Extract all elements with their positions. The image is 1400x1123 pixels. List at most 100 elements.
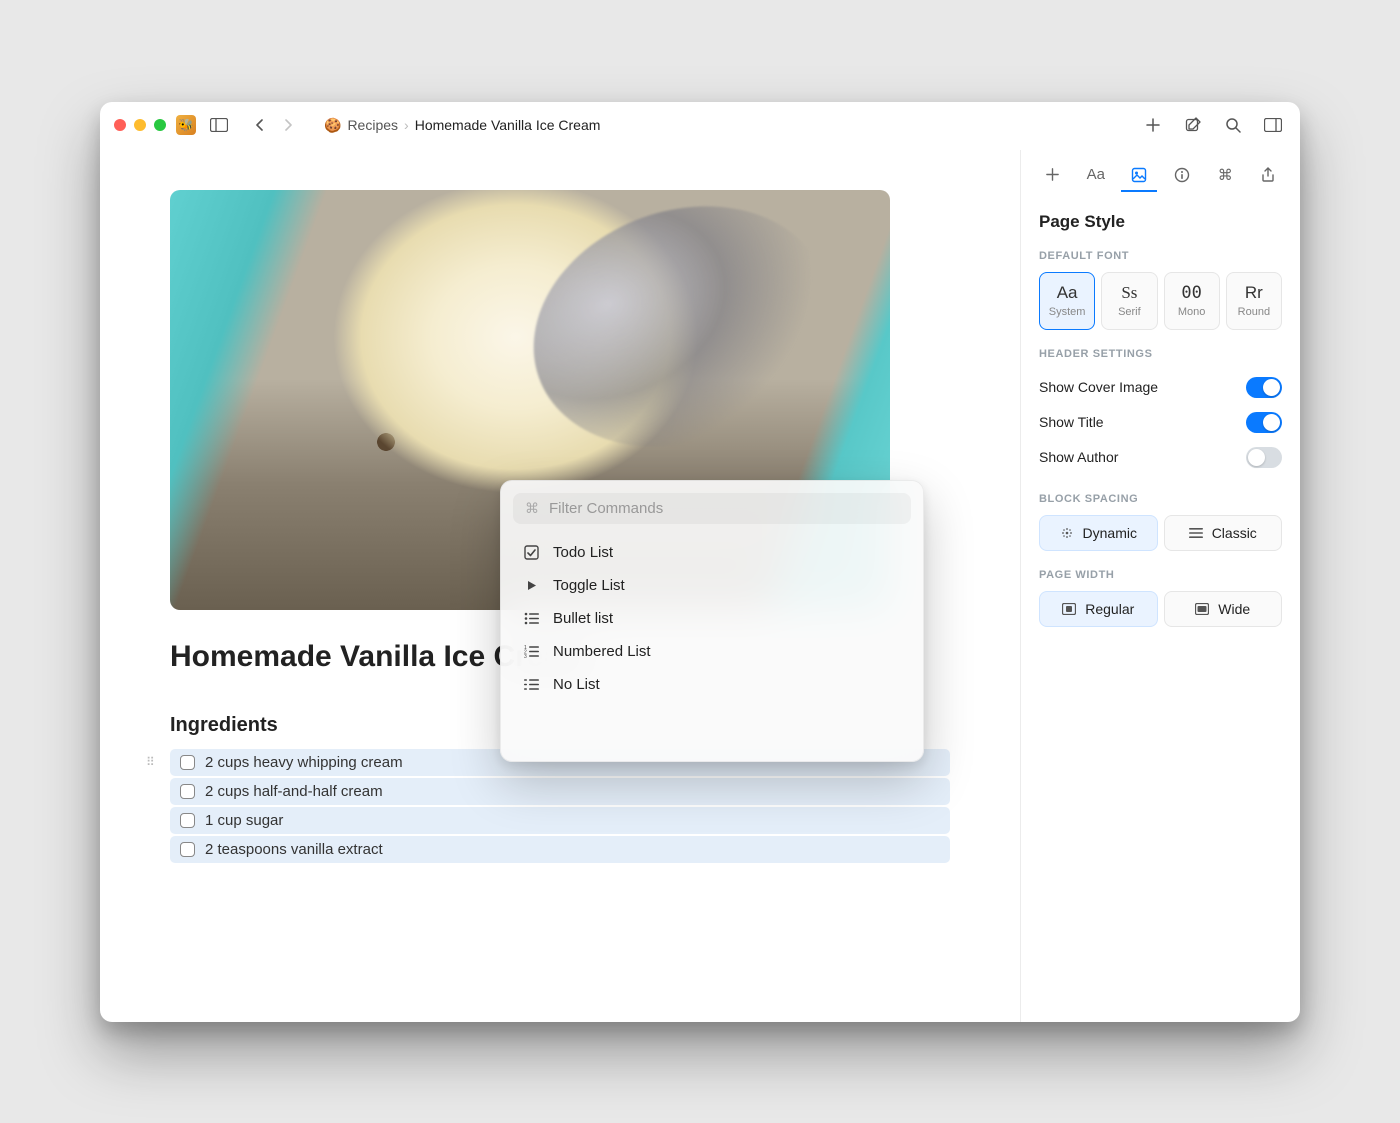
toggle-label: Show Title <box>1039 414 1104 430</box>
font-option-round[interactable]: Rr Round <box>1226 272 1282 330</box>
inspector-tabs: Aa ⌘ <box>1021 150 1300 192</box>
main-content: Homemade Vanilla Ice Cream Ingredients ⠿… <box>100 150 1020 1022</box>
compose-button[interactable] <box>1180 113 1206 137</box>
font-sample: Rr <box>1245 283 1263 303</box>
segment-label: Regular <box>1085 601 1134 617</box>
command-icon: ⌘ <box>525 500 539 517</box>
minimize-window-button[interactable] <box>134 119 146 131</box>
bullet-list-icon <box>523 612 540 625</box>
chevron-right-icon: › <box>404 117 409 133</box>
inspector-title: Page Style <box>1039 212 1282 232</box>
checkbox-icon[interactable] <box>180 813 195 828</box>
command-item[interactable]: Toggle List <box>501 569 923 602</box>
toggle-inspector-button[interactable] <box>1260 113 1286 137</box>
command-search-placeholder: Filter Commands <box>549 500 663 517</box>
width-option-regular[interactable]: Regular <box>1039 591 1158 627</box>
command-item[interactable]: No List <box>501 668 923 701</box>
command-item[interactable]: Bullet list <box>501 602 923 635</box>
play-icon <box>523 579 540 592</box>
page-width-options: Regular Wide <box>1039 591 1282 627</box>
breadcrumb: 🍪 Recipes › Homemade Vanilla Ice Cream <box>324 117 600 134</box>
font-option-serif[interactable]: Ss Serif <box>1101 272 1157 330</box>
font-name-label: Mono <box>1178 306 1206 318</box>
toggle-label: Show Author <box>1039 449 1118 465</box>
command-item-label: Toggle List <box>553 577 625 594</box>
command-item[interactable]: 123 Numbered List <box>501 635 923 668</box>
font-option-mono[interactable]: 00 Mono <box>1164 272 1220 330</box>
command-item[interactable]: Todo List <box>501 536 923 569</box>
toggle-switch[interactable] <box>1246 377 1282 398</box>
inspector-tab-text[interactable]: Aa <box>1078 160 1113 192</box>
app-window: 🐝 🍪 Recipes › Homemade Vanilla Ice Cream <box>100 102 1300 1022</box>
todo-item-label: 1 cup sugar <box>205 812 283 829</box>
segment-label: Dynamic <box>1083 525 1137 541</box>
nav-back-button[interactable] <box>246 113 272 137</box>
toggle-row: Show Cover Image <box>1039 370 1282 405</box>
block-spacing-label: BLOCK SPACING <box>1039 493 1282 505</box>
block-spacing-options: Dynamic Classic <box>1039 515 1282 551</box>
maximize-window-button[interactable] <box>154 119 166 131</box>
font-options: Aa System Ss Serif 00 Mono Rr Round <box>1039 272 1282 330</box>
todo-item[interactable]: 2 teaspoons vanilla extract <box>170 836 950 863</box>
inspector-tab-info[interactable] <box>1165 160 1200 192</box>
font-sample: Ss <box>1121 283 1137 303</box>
breadcrumb-parent[interactable]: Recipes <box>347 117 398 133</box>
font-sample: 00 <box>1181 283 1201 303</box>
todo-item-label: 2 teaspoons vanilla extract <box>205 841 383 858</box>
command-item-label: No List <box>553 676 600 693</box>
font-name-label: System <box>1049 306 1086 318</box>
font-sample: Aa <box>1057 283 1078 303</box>
toggle-row: Show Author <box>1039 440 1282 475</box>
window-controls <box>114 119 166 131</box>
inspector-panel: Aa ⌘ Page Style DEFAULT FONT AaSystemSsS… <box>1020 150 1300 1022</box>
spacing-option-dynamic[interactable]: Dynamic <box>1039 515 1158 551</box>
command-item-label: Numbered List <box>553 643 651 660</box>
segment-label: Classic <box>1212 525 1257 541</box>
wide-width-icon <box>1195 603 1210 615</box>
page-width-label: PAGE WIDTH <box>1039 569 1282 581</box>
checkbox-icon[interactable] <box>180 842 195 857</box>
spacing-option-classic[interactable]: Classic <box>1164 515 1283 551</box>
inspector-tab-add[interactable] <box>1035 160 1070 192</box>
toggle-sidebar-button[interactable] <box>206 113 232 137</box>
app-icon: 🐝 <box>176 115 196 135</box>
command-search-input[interactable]: ⌘ Filter Commands <box>513 493 911 524</box>
inspector-tab-shortcuts[interactable]: ⌘ <box>1208 160 1243 192</box>
todo-item-label: 2 cups heavy whipping cream <box>205 754 403 771</box>
header-settings-label: HEADER SETTINGS <box>1039 348 1282 360</box>
segment-label: Wide <box>1218 601 1250 617</box>
inspector-tab-style[interactable] <box>1121 160 1156 192</box>
dynamic-icon <box>1060 526 1075 540</box>
checkbox-icon[interactable] <box>180 784 195 799</box>
toggle-row: Show Title <box>1039 405 1282 440</box>
ingredients-list: ⠿2 cups heavy whipping cream2 cups half-… <box>170 749 950 863</box>
checkbox-icon <box>523 545 540 560</box>
cookie-icon: 🍪 <box>324 117 341 134</box>
font-name-label: Round <box>1238 306 1270 318</box>
command-palette: ⌘ Filter Commands Todo List Toggle List Bu… <box>500 480 924 762</box>
nav-forward-button[interactable] <box>276 113 302 137</box>
default-font-label: DEFAULT FONT <box>1039 250 1282 262</box>
width-option-wide[interactable]: Wide <box>1164 591 1283 627</box>
drag-handle-icon[interactable]: ⠿ <box>146 755 153 769</box>
inspector-tab-share[interactable] <box>1251 160 1286 192</box>
toggle-label: Show Cover Image <box>1039 379 1158 395</box>
regular-width-icon <box>1062 603 1077 615</box>
todo-item[interactable]: 1 cup sugar <box>170 807 950 834</box>
command-item-label: Todo List <box>553 544 613 561</box>
todo-item[interactable]: 2 cups half-and-half cream <box>170 778 950 805</box>
todo-item-label: 2 cups half-and-half cream <box>205 783 383 800</box>
toggle-switch[interactable] <box>1246 447 1282 468</box>
classic-icon <box>1189 527 1204 539</box>
breadcrumb-current[interactable]: Homemade Vanilla Ice Cream <box>415 117 601 133</box>
search-button[interactable] <box>1220 113 1246 137</box>
font-name-label: Serif <box>1118 306 1141 318</box>
new-button[interactable] <box>1140 113 1166 137</box>
close-window-button[interactable] <box>114 119 126 131</box>
no-list-icon <box>523 678 540 691</box>
numbered-list-icon: 123 <box>523 645 540 658</box>
checkbox-icon[interactable] <box>180 755 195 770</box>
font-option-system[interactable]: Aa System <box>1039 272 1095 330</box>
body: Homemade Vanilla Ice Cream Ingredients ⠿… <box>100 150 1300 1022</box>
toggle-switch[interactable] <box>1246 412 1282 433</box>
